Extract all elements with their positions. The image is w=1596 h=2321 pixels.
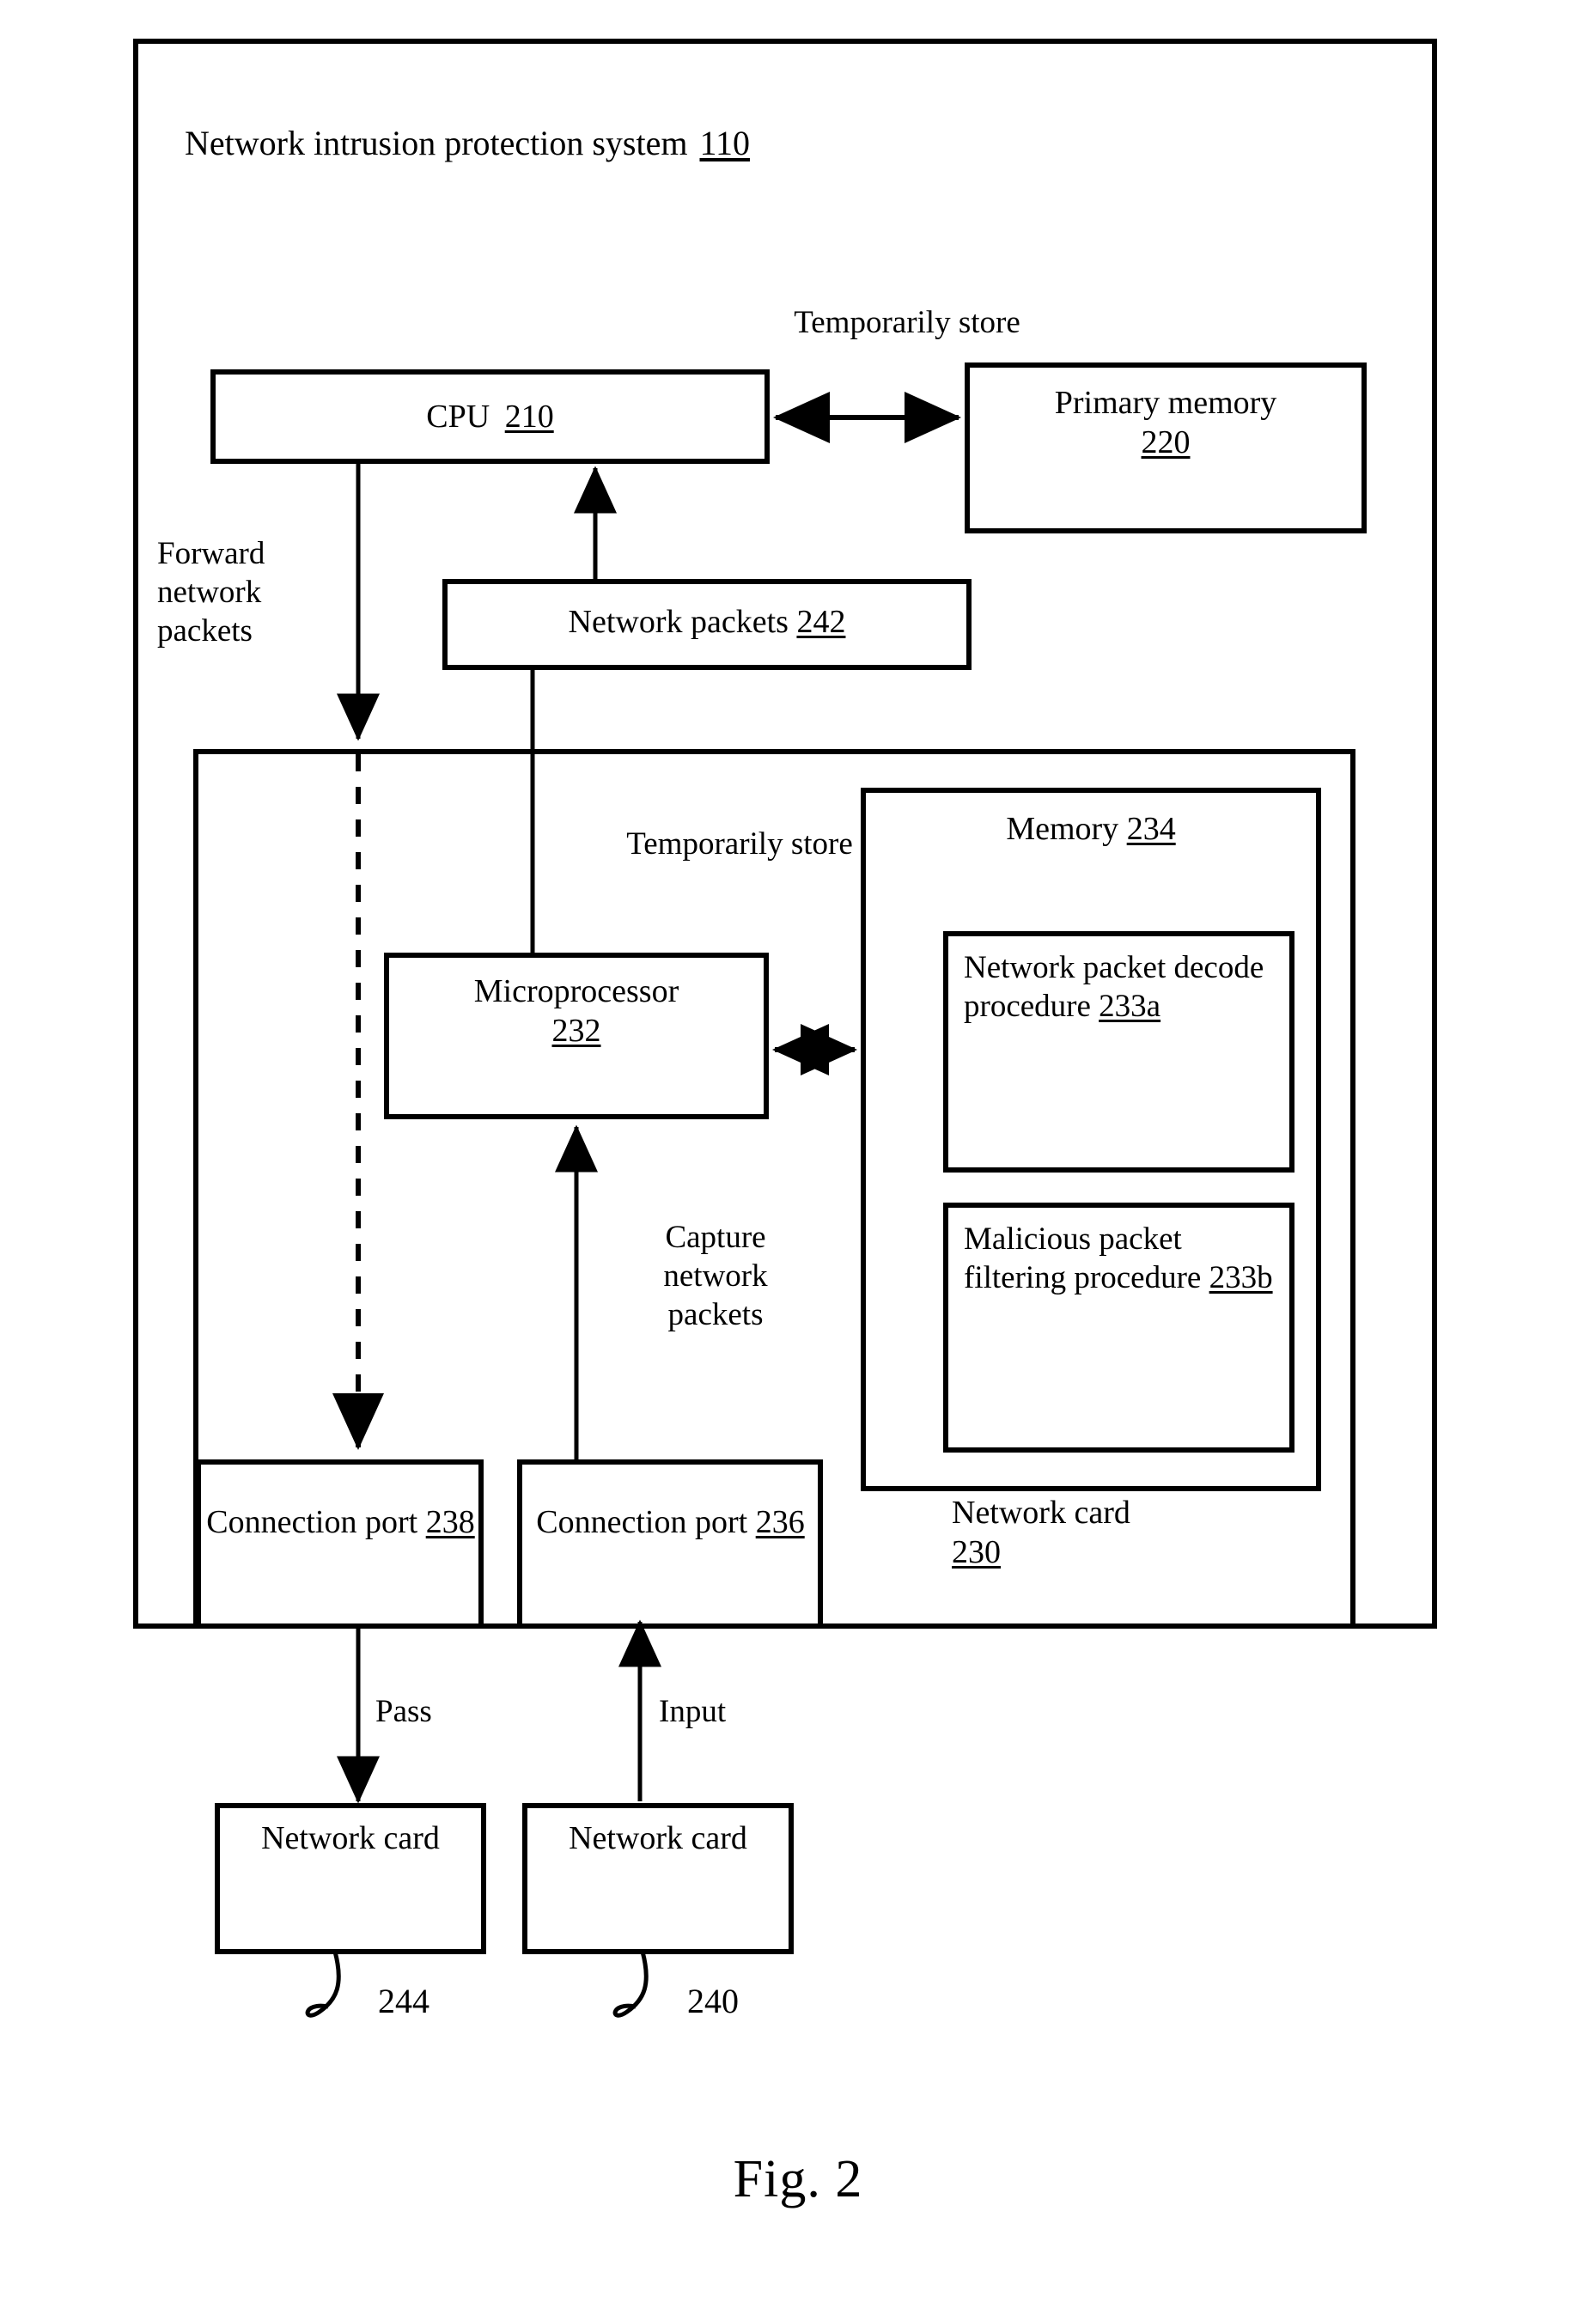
network-card-230-ref: 230 [952, 1534, 1001, 1571]
connection-port-236-box-outline [517, 1459, 823, 1629]
diagram-canvas [133, 39, 1437, 2018]
page-title: Network intrusion protection system 110 [185, 123, 1130, 165]
connection-port-238-box-outline [196, 1459, 484, 1629]
connection-port-238-label: Connection port 238 [205, 1502, 476, 1542]
label-text: Temporarily store [626, 826, 853, 862]
network-packets-label-text: Network packets [568, 604, 797, 640]
connection-port-236-label: Connection port 236 [527, 1502, 814, 1542]
reference-number-244: 244 [378, 1981, 515, 2023]
network-packets-ref-242: 242 [796, 604, 846, 640]
leader-line-240 [612, 1951, 649, 2018]
label-forward-network-packets: Forward network packets [157, 534, 336, 650]
label-text: Capture network packets [663, 1220, 768, 1333]
ref-text: 240 [687, 1982, 739, 2020]
microprocessor-box-label: Microprocessor 232 [387, 972, 766, 1051]
network-card-244-label: Network card [217, 1818, 484, 1858]
figure-page: Network intrusion protection system 110 T… [0, 0, 1596, 2321]
cpu-label-text: CPU [426, 399, 498, 435]
label-text: Pass [375, 1694, 432, 1729]
figure-caption: Fig. 2 [540, 2147, 1056, 2213]
memory-box-label: Memory 234 [863, 809, 1319, 849]
system-title-text: Network intrusion protection system [185, 124, 688, 162]
system-ref-110: 110 [699, 124, 750, 162]
decode-procedure-box-label: Network packet decode procedure 233a [964, 948, 1282, 1026]
network-card-244-label-text: Network card [261, 1820, 440, 1856]
network-card-230-label-text: Network card [952, 1495, 1130, 1531]
primary-memory-box-label: Primary memory 220 [967, 383, 1364, 463]
microprocessor-label-text: Microprocessor [473, 973, 679, 1009]
label-text: Forward network packets [157, 536, 265, 649]
label-text: Input [659, 1694, 727, 1729]
decode-procedure-ref-233a: 233a [1099, 989, 1161, 1025]
connection-port-236-label-text: Connection port [536, 1504, 756, 1540]
label-capture-network-packets: Capture network packets [620, 1218, 811, 1334]
cpu-ref-210: 210 [504, 399, 554, 435]
label-temporarily-store-top: Temporarily store [718, 303, 1096, 342]
filtering-procedure-label-text: Malicious packet filtering procedure [964, 1221, 1209, 1296]
network-card-240-label-text: Network card [569, 1820, 747, 1856]
network-packets-box-label: Network packets 242 [445, 602, 969, 642]
microprocessor-ref-232: 232 [551, 1013, 601, 1050]
connection-port-238-label-text: Connection port [206, 1504, 426, 1540]
memory-234-box-outline [861, 788, 1321, 1491]
memory-label-text: Memory [1006, 811, 1127, 847]
connection-port-236-ref: 236 [755, 1504, 805, 1540]
label-pass: Pass [375, 1692, 547, 1731]
network-card-230-label: Network card 230 [952, 1493, 1235, 1573]
connection-port-238-ref: 238 [425, 1504, 475, 1540]
label-input: Input [659, 1692, 831, 1731]
reference-number-240: 240 [687, 1981, 825, 2023]
primary-memory-ref-220: 220 [1141, 424, 1191, 461]
ref-text: 244 [378, 1982, 429, 2020]
filtering-procedure-box-label: Malicious packet filtering procedure 233… [964, 1220, 1282, 1297]
figure-caption-text: Fig. 2 [733, 2150, 863, 2208]
filtering-procedure-ref-233b: 233b [1209, 1260, 1273, 1296]
leader-line-244 [305, 1951, 341, 2018]
label-temporarily-store-inner: Temporarily store [615, 825, 864, 863]
network-card-240-label: Network card [525, 1818, 791, 1858]
primary-memory-label-text: Primary memory [1054, 385, 1277, 421]
label-text: Temporarily store [794, 305, 1020, 340]
cpu-box-label: CPU 210 [213, 397, 767, 436]
memory-ref-234: 234 [1126, 811, 1176, 847]
